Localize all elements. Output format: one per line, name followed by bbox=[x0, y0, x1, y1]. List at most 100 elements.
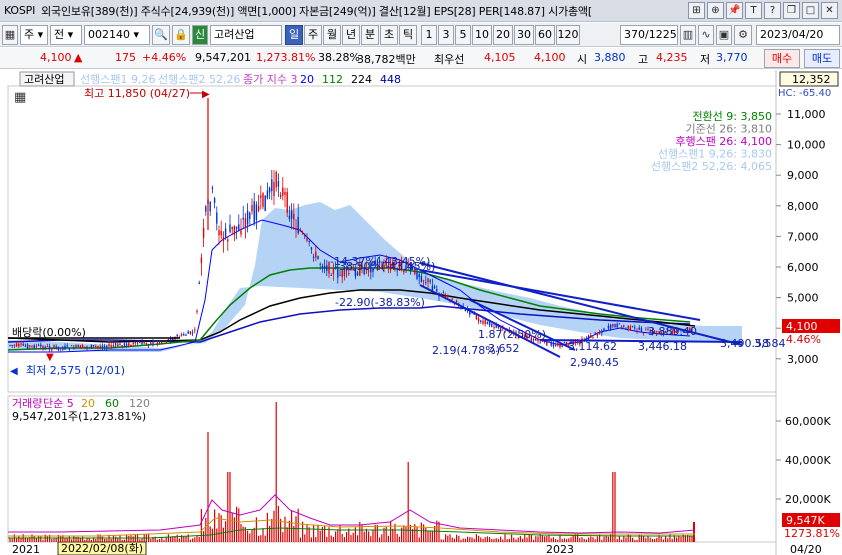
volume-bar bbox=[370, 536, 372, 542]
volume-bar bbox=[194, 537, 196, 542]
period-button-2[interactable]: 월 bbox=[323, 25, 341, 45]
crosshair-icon[interactable]: ⊕ bbox=[707, 2, 724, 19]
volume-bar bbox=[460, 539, 462, 542]
gear-icon[interactable]: ⚙ bbox=[734, 25, 752, 45]
candle-body bbox=[339, 274, 341, 276]
candle-body bbox=[440, 293, 442, 295]
grid-icon[interactable]: ⊞ bbox=[688, 2, 705, 19]
volume-bar bbox=[112, 536, 114, 542]
interval-button-3[interactable]: 3 bbox=[438, 25, 454, 45]
chart-area[interactable]: 11,00010,0009,0008,0007,0006,0005,0004,0… bbox=[0, 70, 842, 555]
interval-button-20[interactable]: 20 bbox=[493, 25, 513, 45]
period-button-6[interactable]: 틱 bbox=[399, 25, 417, 45]
volume-bar bbox=[451, 537, 453, 542]
period-button-1[interactable]: 주 bbox=[304, 25, 322, 45]
y-axis-label: 9,000 bbox=[787, 169, 819, 182]
candle-body bbox=[550, 342, 552, 346]
sell-button[interactable]: 매도 bbox=[804, 49, 840, 68]
text-icon[interactable]: T bbox=[745, 2, 762, 19]
interval-button-10[interactable]: 10 bbox=[472, 25, 492, 45]
help-icon[interactable]: ? bbox=[764, 2, 781, 19]
y-axis-label: 6,000 bbox=[787, 261, 819, 274]
candle-body bbox=[636, 330, 638, 332]
period-button-3[interactable]: 년 bbox=[342, 25, 360, 45]
volume-bar bbox=[605, 535, 607, 542]
volume-bar bbox=[486, 536, 488, 542]
close-icon[interactable]: ✕ bbox=[821, 2, 838, 19]
candle-body bbox=[136, 343, 139, 345]
volume-bar bbox=[357, 535, 359, 542]
volume-bar bbox=[469, 537, 471, 542]
candle-body bbox=[145, 343, 148, 345]
volume-percent: 1,273.81% bbox=[256, 51, 316, 64]
candle-body bbox=[631, 326, 634, 328]
interval-button-1[interactable]: 1 bbox=[421, 25, 437, 45]
pin-icon[interactable]: 📌 bbox=[726, 2, 743, 19]
bars-icon[interactable]: ▥ bbox=[680, 25, 696, 45]
volume-bar bbox=[271, 519, 273, 542]
volume-bar bbox=[150, 539, 152, 542]
volume-bar bbox=[209, 526, 211, 542]
candle-body bbox=[9, 345, 11, 347]
volume-bar bbox=[592, 537, 594, 542]
candle-body bbox=[169, 338, 172, 342]
x-axis-label-1: 2023 bbox=[546, 543, 574, 555]
restore-icon[interactable]: ❐ bbox=[783, 2, 800, 19]
interval-button-5[interactable]: 5 bbox=[455, 25, 471, 45]
period-button-5[interactable]: 초 bbox=[380, 25, 398, 45]
volume-bar bbox=[374, 524, 376, 542]
low-arrow-head: ◀ bbox=[10, 366, 18, 377]
interval-button-120[interactable]: 120 bbox=[556, 25, 580, 45]
candle-body bbox=[253, 201, 255, 223]
volume-bar bbox=[178, 538, 180, 542]
candle-body bbox=[559, 344, 561, 348]
high-arrow-head: ▶ bbox=[202, 89, 210, 100]
market-select[interactable]: 주 ▾ bbox=[20, 25, 48, 45]
volume-bar bbox=[121, 539, 123, 542]
grid-icon[interactable]: ▦ bbox=[14, 90, 26, 105]
volume-bar bbox=[196, 535, 198, 542]
interval-button-30[interactable]: 30 bbox=[514, 25, 534, 45]
trend-label-3: 1.87(2.50%) bbox=[478, 328, 546, 341]
candle-body bbox=[51, 349, 53, 351]
volume-bar bbox=[165, 537, 167, 542]
company-tag: 고려산업 bbox=[24, 73, 64, 86]
wave-icon[interactable]: ∿ bbox=[698, 25, 714, 45]
candle-body bbox=[46, 345, 49, 347]
volume-bar bbox=[502, 539, 504, 542]
candle-body bbox=[420, 275, 423, 282]
volume-bar bbox=[440, 539, 442, 542]
period-button-0[interactable]: 일 bbox=[285, 25, 303, 45]
period-button-4[interactable]: 분 bbox=[361, 25, 379, 45]
save-icon[interactable]: ▣ bbox=[716, 25, 732, 45]
candle-body bbox=[167, 339, 170, 341]
candle-body bbox=[477, 318, 480, 322]
volume-bar bbox=[218, 513, 220, 542]
volume-bar bbox=[390, 520, 392, 542]
candle-body bbox=[81, 345, 84, 348]
volume-bar bbox=[541, 535, 543, 542]
candle-body bbox=[601, 331, 603, 334]
trend-label-8: 3,889.40 bbox=[648, 325, 697, 338]
market-select-2[interactable]: 전 ▾ bbox=[50, 25, 82, 45]
buy-button[interactable]: 매수 bbox=[764, 49, 800, 68]
volume-bar bbox=[343, 537, 345, 542]
legend-item-1: 선행스팬2 52,26 bbox=[158, 73, 240, 86]
interval-button-60[interactable]: 60 bbox=[535, 25, 555, 45]
volume-bar bbox=[530, 534, 532, 542]
volume-bar bbox=[392, 528, 394, 542]
grid-icon[interactable]: ▦ bbox=[2, 25, 18, 45]
count-display[interactable]: 370/1225 bbox=[620, 25, 678, 45]
y-axis-label: 5,000 bbox=[787, 292, 819, 305]
trend-label-9: 3,446.18 bbox=[638, 340, 687, 353]
stock-code-input[interactable]: 002140 ▾ bbox=[84, 25, 150, 45]
lock-icon[interactable]: 🔒 bbox=[172, 25, 190, 45]
volume-bar bbox=[491, 538, 493, 542]
maximize-icon[interactable]: □ bbox=[802, 2, 819, 19]
volume-bar bbox=[352, 532, 354, 542]
candle-body bbox=[101, 346, 104, 349]
date-input[interactable]: 2023/04/20 bbox=[756, 25, 840, 45]
stock-chart[interactable]: 11,00010,0009,0008,0007,0006,0005,0004,0… bbox=[0, 70, 842, 555]
search-icon[interactable]: 🔍 bbox=[152, 25, 170, 45]
candle-body bbox=[277, 181, 280, 187]
